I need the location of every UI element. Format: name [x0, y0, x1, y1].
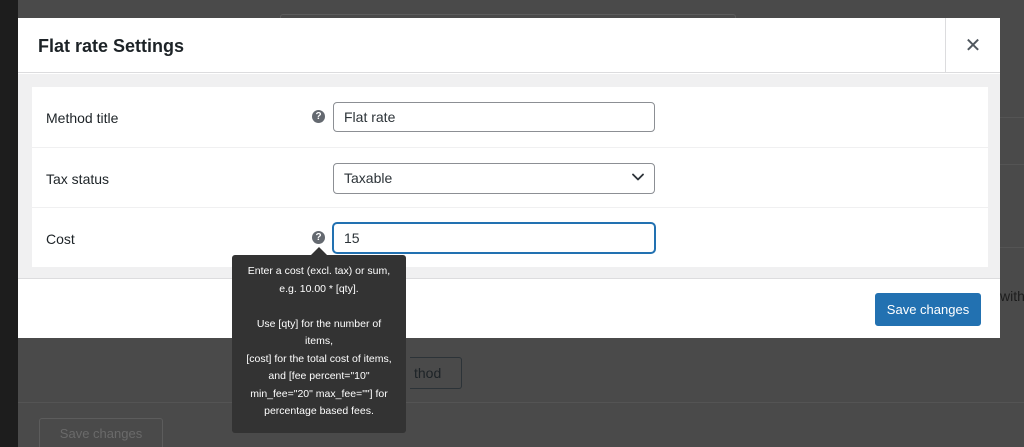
modal-header: Flat rate Settings ✕ [18, 18, 1000, 73]
flat-rate-settings-modal: Flat rate Settings ✕ Method title ? Tax … [18, 18, 1000, 338]
method-title-input[interactable] [333, 102, 655, 132]
cost-label: Cost [46, 231, 75, 247]
background-side-text: with [1000, 288, 1024, 304]
tooltip-arrow [311, 247, 327, 255]
chevron-down-icon [632, 173, 644, 181]
background-divider [18, 402, 1024, 403]
close-icon: ✕ [964, 35, 982, 57]
save-changes-button[interactable]: Save changes [875, 293, 981, 326]
cost-row: Cost ? [32, 207, 988, 267]
background-row [998, 188, 1024, 248]
cost-input[interactable] [333, 223, 655, 253]
tax-status-label: Tax status [46, 171, 110, 187]
modal-footer: Save changes [18, 278, 1000, 338]
method-title-label: Method title [46, 110, 119, 126]
help-icon[interactable]: ? [312, 110, 325, 123]
modal-body: Method title ? Tax status Taxable Cost ? [18, 74, 1000, 278]
tooltip-text: Enter a cost (excl. tax) or sum, e.g. 10… [246, 265, 392, 417]
close-button[interactable]: ✕ [945, 18, 1000, 73]
method-title-row: Method title ? [32, 87, 988, 147]
tax-status-row: Tax status Taxable [32, 147, 988, 207]
modal-title: Flat rate Settings [38, 36, 185, 56]
tax-status-select[interactable]: Taxable [333, 163, 655, 194]
settings-form: Method title ? Tax status Taxable Cost ? [32, 87, 988, 267]
background-row [998, 117, 1024, 165]
tax-status-value: Taxable [344, 170, 393, 186]
help-icon[interactable]: ? [312, 231, 325, 244]
cost-help-tooltip: Enter a cost (excl. tax) or sum, e.g. 10… [232, 247, 406, 433]
background-add-method-button: thod [410, 357, 462, 389]
background-save-button: Save changes [39, 418, 163, 447]
